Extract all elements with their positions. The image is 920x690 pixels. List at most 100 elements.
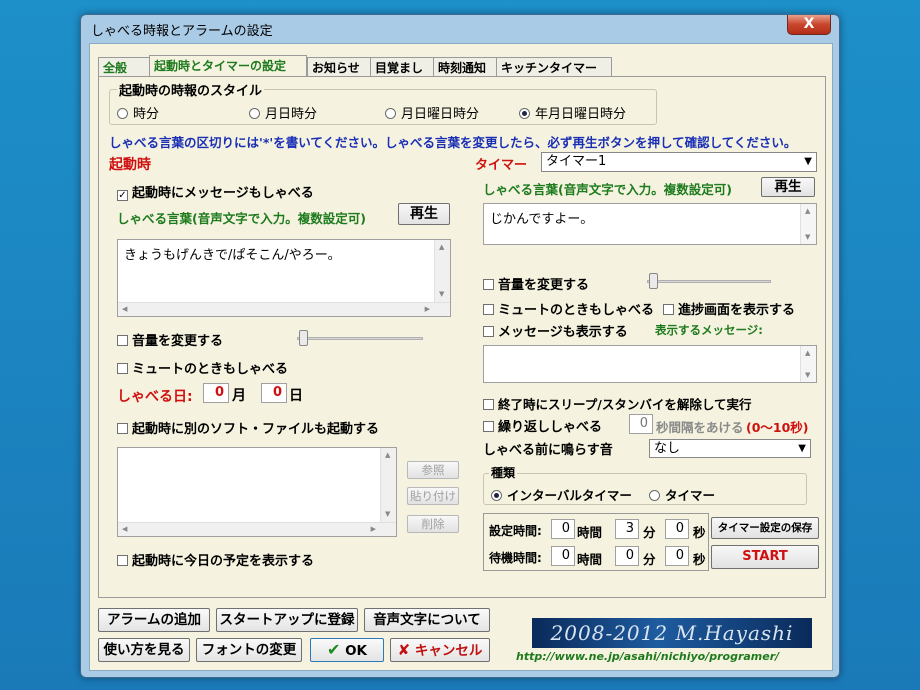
startup-message-text: きょうもげんきで/ぱそこん/やろー。 [124,248,341,263]
radio-icon [649,490,660,501]
check-release-sleep[interactable]: 終了時にスリープ/スタンバイを解除して実行 [483,394,751,413]
timer-message-textarea[interactable]: じかんですよー。 ▲ ▼ [483,203,817,245]
startup-play-button[interactable]: 再生 [398,203,450,225]
check-timer-volume[interactable]: 音量を変更する [483,274,589,293]
scroll-up-icon[interactable]: ▲ [385,451,390,459]
horizontal-scrollbar[interactable]: ◀ ▶ [118,302,450,316]
wait-seconds-input[interactable]: 0 [665,546,689,566]
radio-selected-icon [491,490,502,501]
browse-button[interactable]: 参照 [407,461,459,479]
speak-day-label: しゃべる日: [117,389,193,405]
scroll-left-icon[interactable]: ◀ [122,305,127,313]
check-startup-volume[interactable]: 音量を変更する [117,330,223,349]
checkbox-icon [483,326,494,337]
ok-button[interactable]: ✔ OK [310,638,384,662]
tab-panel: 起動時の時報のスタイル 時分 月日時分 月日曜日時分 年月日曜日時分 しゃべる言… [98,76,826,598]
radio-icon [249,108,260,119]
scroll-right-icon[interactable]: ▶ [425,305,430,313]
window-title: しゃべる時報とアラームの設定 [91,24,273,39]
tab-time-notify[interactable]: 時刻通知 [433,57,497,76]
settings-window: しゃべる時報とアラームの設定 X 全般 起動時とタイマーの設定 お知らせ 目覚ま… [80,14,840,678]
check-timer-mute[interactable]: ミュートのときもしゃべる [483,299,654,318]
interval-range: (0〜10秒) [746,420,809,435]
style-group-title: 起動時の時報のスタイル [117,80,265,99]
checkbox-icon [117,363,128,374]
delete-button[interactable]: 削除 [407,515,459,533]
radio-icon [385,108,396,119]
vertical-scrollbar[interactable]: ▲ ▼ [800,204,816,244]
radio-selected-icon [519,108,530,119]
check-show-message[interactable]: メッセージも表示する [483,321,628,340]
type-group-title: 種類 [489,464,518,481]
checkbox-icon [117,335,128,346]
timer-volume-thumb[interactable] [649,273,658,289]
how-to-use-button[interactable]: 使い方を見る [98,638,190,662]
sound-before-label: しゃべる前に鳴らす音 [483,443,613,458]
chevron-down-icon: ▼ [804,156,812,167]
wait-minutes-input[interactable]: 0 [615,546,639,566]
tab-startup-timer[interactable]: 起動時とタイマーの設定 [149,55,307,77]
title-bar[interactable]: しゃべる時報とアラームの設定 X [81,15,839,41]
scroll-down-icon[interactable]: ▼ [805,371,810,379]
set-time-label: 設定時間: [489,524,542,538]
scroll-down-icon[interactable]: ▼ [439,290,444,298]
timer-play-button[interactable]: 再生 [761,177,815,197]
day-input[interactable]: 0 [261,383,287,403]
about-voice-button[interactable]: 音声文字について [364,608,490,632]
radio-simple-timer[interactable]: タイマー [649,485,715,504]
startup-heading: 起動時 [109,157,151,173]
horizontal-scrollbar[interactable]: ◀ ▶ [118,522,396,536]
tab-alarm-clock[interactable]: 目覚まし [370,57,434,76]
unit-hours: 時間 [577,525,603,540]
timer-volume-slider[interactable] [647,280,771,283]
check-startup-speak[interactable]: ✓ 起動時にメッセージもしゃべる [117,182,314,201]
startup-volume-slider[interactable] [297,337,423,340]
scroll-up-icon[interactable]: ▲ [439,243,444,251]
month-input[interactable]: 0 [203,383,229,403]
scroll-right-icon[interactable]: ▶ [371,525,376,533]
scroll-up-icon[interactable]: ▲ [805,207,810,215]
register-startup-button[interactable]: スタートアップに登録 [216,608,358,632]
radio-style-mdwhm[interactable]: 月日曜日時分 [385,103,479,122]
tab-notices[interactable]: お知らせ [307,57,371,76]
scroll-up-icon[interactable]: ▲ [805,349,810,357]
startup-message-textarea[interactable]: きょうもげんきで/ぱそこん/やろー。 ▲ ▼ ◀ ▶ [117,239,451,317]
radio-style-hm[interactable]: 時分 [117,103,159,122]
set-minutes-input[interactable]: 3 [615,519,639,539]
radio-style-ymdwhm[interactable]: 年月日曜日時分 [519,103,626,122]
check-show-schedule[interactable]: 起動時に今日の予定を表示する [117,550,314,569]
day-unit: 日 [289,388,303,404]
launch-file-list[interactable]: ▲ ▼ ◀ ▶ [117,447,397,537]
paste-button[interactable]: 貼り付け [407,487,459,505]
sound-before-select[interactable]: なし ▼ [649,439,811,458]
display-message-textarea[interactable]: ▲ ▼ [483,345,817,383]
check-show-progress[interactable]: 進捗画面を表示する [663,299,795,318]
vertical-scrollbar[interactable]: ▲ ▼ [800,346,816,382]
scroll-left-icon[interactable]: ◀ [122,525,127,533]
repeat-interval-input[interactable]: 0 [629,414,653,434]
scroll-down-icon[interactable]: ▼ [805,233,810,241]
homepage-url[interactable]: http://www.ne.jp/asahi/nichiyo/programer… [516,650,779,663]
save-timer-button[interactable]: タイマー設定の保存 [711,517,819,539]
set-seconds-input[interactable]: 0 [665,519,689,539]
check-startup-mute[interactable]: ミュートのときもしゃべる [117,358,288,377]
radio-style-mdhm[interactable]: 月日時分 [249,103,317,122]
startup-volume-thumb[interactable] [299,330,308,346]
set-hours-input[interactable]: 0 [551,519,575,539]
close-button[interactable]: X [787,15,831,35]
checkmark-icon: ✓ [117,190,128,201]
wait-hours-input[interactable]: 0 [551,546,575,566]
start-button[interactable]: START [711,545,819,569]
check-repeat[interactable]: 繰り返ししゃべる [483,416,602,435]
change-font-button[interactable]: フォントの変更 [196,638,302,662]
add-alarm-button[interactable]: アラームの追加 [98,608,210,632]
cancel-button[interactable]: ✘ キャンセル [390,638,490,662]
timer-words-label: しゃべる言葉(音声文字で入力。複数設定可) [483,182,732,197]
tab-kitchen-timer[interactable]: キッチンタイマー [496,57,612,76]
check-launch-other[interactable]: 起動時に別のソフト・ファイルも起動する [117,418,379,437]
checkbox-icon [117,555,128,566]
scroll-down-icon[interactable]: ▼ [385,510,390,518]
timer-select[interactable]: タイマー1 ▼ [541,152,817,172]
radio-interval-timer[interactable]: インターバルタイマー [491,485,632,504]
tab-general[interactable]: 全般 [98,57,150,76]
